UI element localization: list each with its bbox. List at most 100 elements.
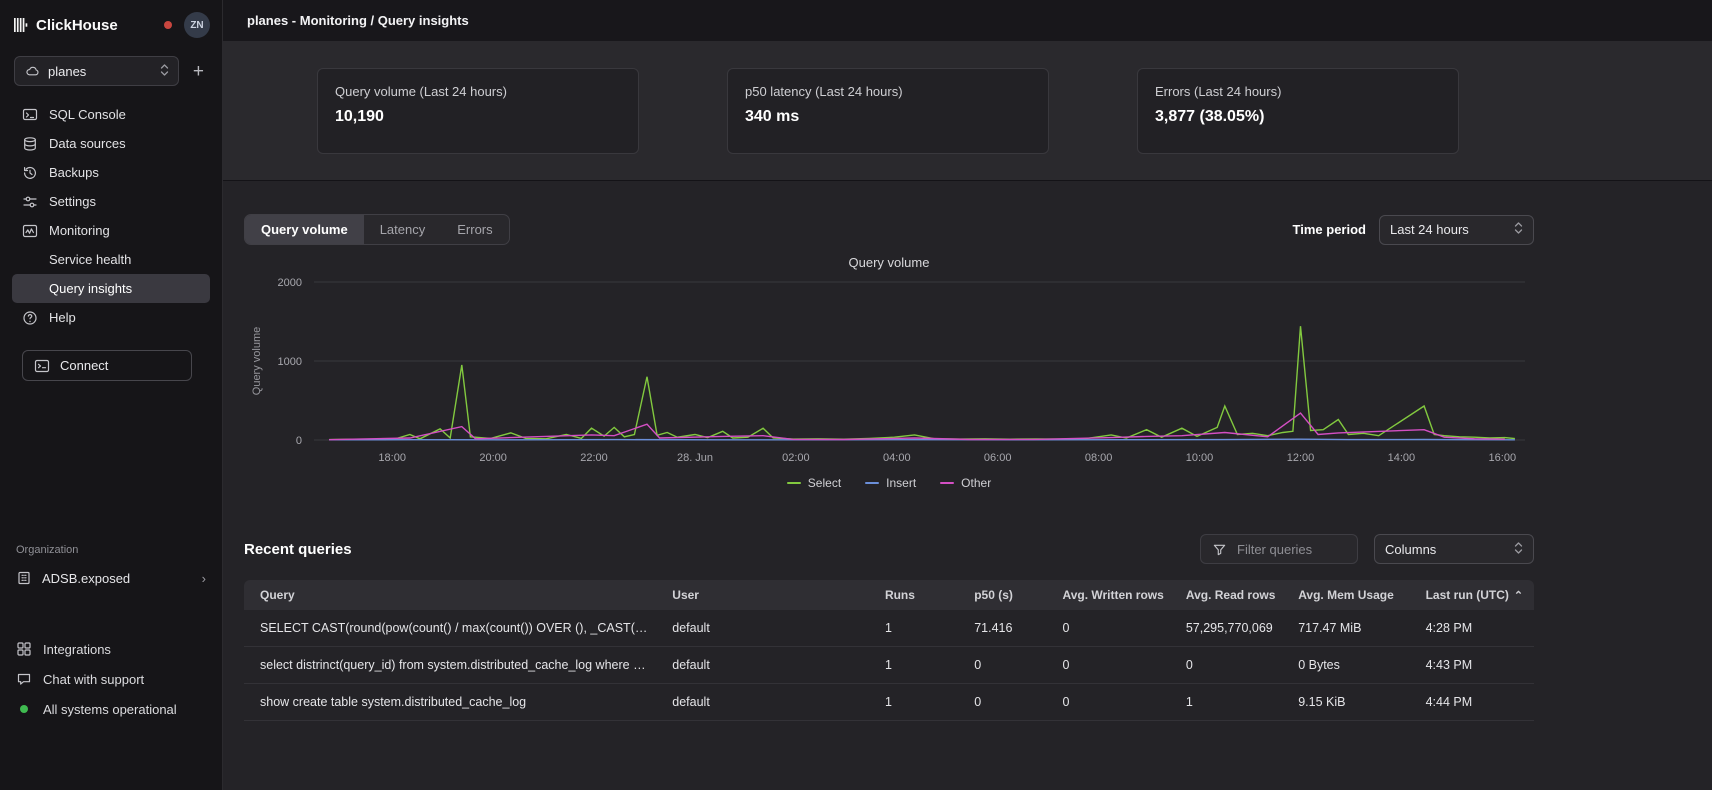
column-header-avg-read-rows[interactable]: Avg. Read rows bbox=[1174, 580, 1286, 610]
integrations-icon bbox=[16, 641, 32, 657]
chevron-updown-icon bbox=[1514, 541, 1523, 558]
cell-query: show create table system.distributed_cac… bbox=[244, 684, 660, 721]
stat-card: p50 latency (Last 24 hours)340 ms bbox=[727, 68, 1049, 154]
svg-text:12:00: 12:00 bbox=[1287, 452, 1315, 464]
time-period-value: Last 24 hours bbox=[1390, 222, 1506, 237]
sidebar-footer-integrations[interactable]: Integrations bbox=[0, 634, 222, 664]
legend-insert[interactable]: Insert bbox=[865, 476, 916, 490]
service-selector-value: planes bbox=[48, 64, 152, 79]
tab-query-volume[interactable]: Query volume bbox=[245, 215, 364, 244]
svg-text:18:00: 18:00 bbox=[378, 452, 406, 464]
column-header-last-run-utc[interactable]: Last run (UTC)⌃ bbox=[1414, 580, 1534, 610]
add-service-button[interactable]: + bbox=[187, 60, 210, 83]
sidebar-footer-all-systems-operational[interactable]: All systems operational bbox=[0, 694, 222, 724]
column-header-user[interactable]: User bbox=[660, 580, 873, 610]
column-header-runs[interactable]: Runs bbox=[873, 580, 962, 610]
table-row[interactable]: SELECT CAST(round(pow(count() / max(coun… bbox=[244, 610, 1534, 647]
cell-last-run-utc: 4:43 PM bbox=[1414, 647, 1534, 684]
svg-text:20:00: 20:00 bbox=[479, 452, 507, 464]
sidebar-item-data-sources[interactable]: Data sources bbox=[12, 129, 210, 158]
sidebar-item-label: Monitoring bbox=[49, 223, 110, 238]
sidebar-footer-chat-with-support[interactable]: Chat with support bbox=[0, 664, 222, 694]
settings-icon bbox=[22, 194, 38, 210]
sidebar-item-query-insights[interactable]: Query insights bbox=[12, 274, 210, 303]
column-header-label: User bbox=[672, 588, 699, 602]
sidebar-item-sql-console[interactable]: SQL Console bbox=[12, 100, 210, 129]
sidebar-item-service-health[interactable]: Service health bbox=[12, 245, 210, 274]
stat-card: Errors (Last 24 hours)3,877 (38.05%) bbox=[1137, 68, 1459, 154]
cell-query: SELECT CAST(round(pow(count() / max(coun… bbox=[244, 610, 660, 647]
svg-text:0: 0 bbox=[296, 435, 302, 447]
sidebar-item-settings[interactable]: Settings bbox=[12, 187, 210, 216]
svg-text:Query volume: Query volume bbox=[251, 327, 263, 395]
content: Query volumeLatencyErrors Time period La… bbox=[223, 181, 1712, 790]
column-header-query[interactable]: Query bbox=[244, 580, 660, 610]
column-header-label: Runs bbox=[885, 588, 915, 602]
query-volume-chart: 01000200018:0020:0022:0028. Jun02:0004:0… bbox=[244, 272, 1534, 472]
recent-queries-table: QueryUserRunsp50 (s)Avg. Written rowsAvg… bbox=[244, 580, 1534, 721]
time-period-select[interactable]: Last 24 hours bbox=[1379, 215, 1534, 245]
tab-latency[interactable]: Latency bbox=[364, 215, 442, 244]
tab-errors[interactable]: Errors bbox=[441, 215, 508, 244]
column-header-p50-s[interactable]: p50 (s) bbox=[962, 580, 1050, 610]
clickhouse-logo-icon bbox=[14, 17, 28, 33]
cell-avg-read-rows: 1 bbox=[1174, 684, 1286, 721]
cell-user: default bbox=[660, 610, 873, 647]
sidebar-item-backups[interactable]: Backups bbox=[12, 158, 210, 187]
stat-card-label: Errors (Last 24 hours) bbox=[1155, 84, 1441, 99]
cell-avg-mem-usage: 0 Bytes bbox=[1286, 647, 1413, 684]
sidebar-item-help[interactable]: Help bbox=[12, 303, 210, 332]
legend-other[interactable]: Other bbox=[940, 476, 991, 490]
organization-item[interactable]: ADSB.exposed › bbox=[0, 564, 222, 592]
columns-select[interactable]: Columns bbox=[1374, 534, 1534, 564]
stat-card-label: p50 latency (Last 24 hours) bbox=[745, 84, 1031, 99]
column-header-avg-written-rows[interactable]: Avg. Written rows bbox=[1050, 580, 1173, 610]
legend-swatch bbox=[940, 482, 954, 484]
avatar[interactable]: ZN bbox=[184, 12, 210, 38]
svg-text:2000: 2000 bbox=[278, 277, 302, 289]
cell-p50-s: 71.416 bbox=[962, 610, 1050, 647]
organization-name: ADSB.exposed bbox=[42, 571, 130, 586]
column-header-label: Last run (UTC) bbox=[1426, 588, 1509, 602]
operational-icon bbox=[16, 701, 32, 717]
cell-avg-read-rows: 57,295,770,069 bbox=[1174, 610, 1286, 647]
data-sources-icon bbox=[22, 136, 38, 152]
cell-user: default bbox=[660, 684, 873, 721]
time-period-control: Time period Last 24 hours bbox=[1293, 215, 1534, 245]
service-selector[interactable]: planes bbox=[14, 56, 179, 86]
chart-title: Query volume bbox=[244, 255, 1534, 270]
cell-avg-written-rows: 0 bbox=[1050, 684, 1173, 721]
filter-queries-input[interactable] bbox=[1235, 541, 1347, 558]
sidebar-item-label: Help bbox=[49, 310, 76, 325]
cell-query: select distrinct(query_id) from system.d… bbox=[244, 647, 660, 684]
column-header-label: Query bbox=[260, 588, 295, 602]
cell-runs: 1 bbox=[873, 647, 962, 684]
table-row[interactable]: select distrinct(query_id) from system.d… bbox=[244, 647, 1534, 684]
app-root: ClickHouse ZN planes + SQL ConsoleData s… bbox=[0, 0, 1712, 790]
legend-label: Select bbox=[808, 476, 841, 490]
svg-text:16:00: 16:00 bbox=[1489, 452, 1517, 464]
filter-queries-box bbox=[1200, 534, 1358, 564]
legend-swatch bbox=[865, 482, 879, 484]
backups-icon bbox=[22, 165, 38, 181]
cell-user: default bbox=[660, 647, 873, 684]
chevron-updown-icon bbox=[160, 63, 169, 80]
brand-name: ClickHouse bbox=[36, 17, 160, 34]
legend-select[interactable]: Select bbox=[787, 476, 841, 490]
column-header-avg-mem-usage[interactable]: Avg. Mem Usage bbox=[1286, 580, 1413, 610]
table-row[interactable]: show create table system.distributed_cac… bbox=[244, 684, 1534, 721]
chevron-right-icon: › bbox=[202, 571, 206, 586]
connect-button[interactable]: Connect bbox=[22, 350, 192, 381]
help-icon bbox=[22, 310, 38, 326]
connect-button-label: Connect bbox=[60, 358, 108, 373]
sidebar-item-label: Backups bbox=[49, 165, 99, 180]
sidebar-item-monitoring[interactable]: Monitoring bbox=[12, 216, 210, 245]
recording-dot-icon bbox=[164, 21, 172, 29]
footer-item-label: All systems operational bbox=[43, 702, 177, 717]
cell-runs: 1 bbox=[873, 684, 962, 721]
svg-text:1000: 1000 bbox=[278, 356, 302, 368]
chart-legend: Select Insert Other bbox=[244, 476, 1534, 490]
organization-section-label: Organization bbox=[0, 544, 222, 556]
funnel-icon bbox=[1211, 541, 1227, 557]
sidebar-footer: IntegrationsChat with support All systems… bbox=[0, 634, 222, 790]
